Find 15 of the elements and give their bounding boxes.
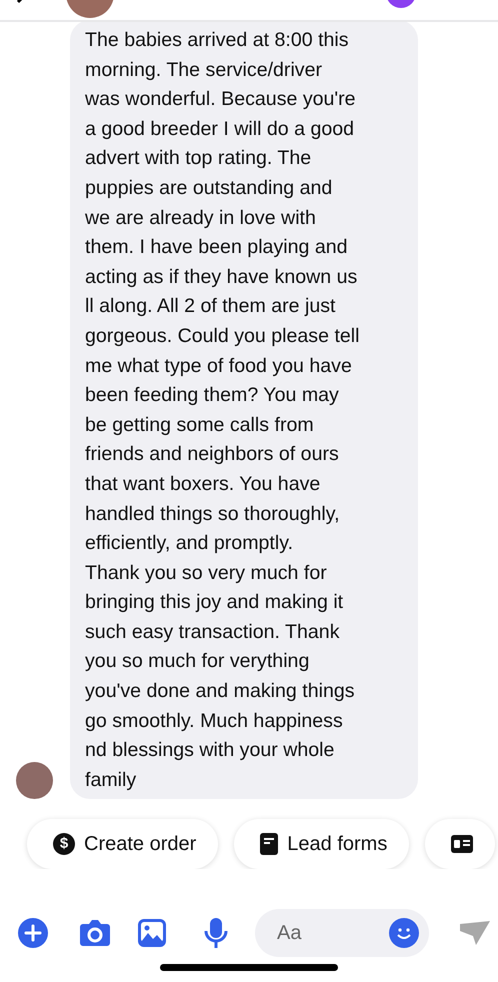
quick-reply-button[interactable] — [425, 819, 496, 870]
emoji-icon[interactable] — [389, 918, 419, 948]
quick-reply-button[interactable]: Lead forms — [234, 819, 410, 870]
card-icon — [451, 835, 474, 854]
avatar — [16, 762, 53, 800]
image-icon[interactable] — [137, 918, 167, 948]
dollar-icon: $ — [53, 833, 75, 856]
message-field[interactable]: Aa — [255, 909, 429, 958]
plus-icon[interactable] — [18, 918, 48, 948]
camera-icon[interactable] — [79, 919, 111, 948]
quick-reply-button[interactable]: $ Create order — [27, 819, 218, 870]
document-icon — [260, 833, 278, 856]
microphone-icon[interactable] — [203, 917, 229, 950]
message-bubble: The babies arrived at 8:00 this morning. The service/driver was wonderful. Because you're a good breeder I will do a good advert with top rating. The puppies are outstanding and we are already in love with them. I have been playing and acting as if they have known us ll along. All 2 of them are just gorgeous. Could you please tell me what type of food you have been feeding them? You may be getting some calls from friends and neighbors of ours that want boxers. You have handled things so thoroughly, efficiently, and promptly. Thank you so very much for bringing this joy and making it such easy transaction. Thank you so much for verything you've done and making things go smoothly. Much happiness nd blessings with your whole family — [70, 20, 418, 800]
message-input[interactable]: Aa — [275, 917, 375, 950]
